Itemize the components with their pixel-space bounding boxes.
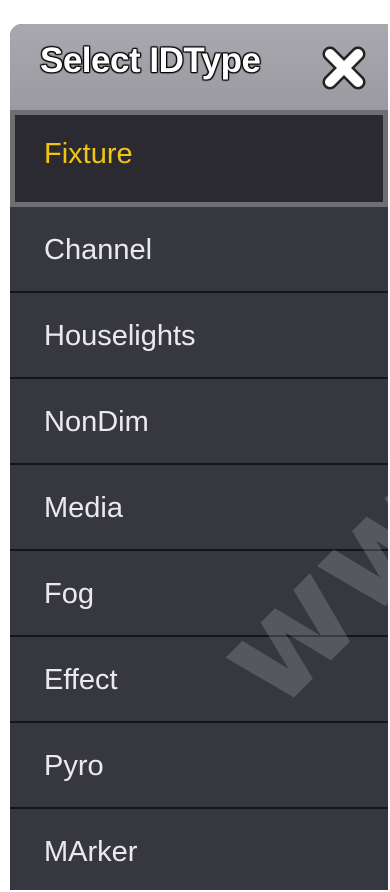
list-item-label: Fixture	[44, 138, 133, 170]
dialog-title: Select IDType	[39, 40, 261, 80]
list-item-label: Channel	[44, 234, 153, 266]
list-item-label: Media	[44, 492, 123, 524]
close-icon	[322, 46, 366, 90]
list-item-label: Fog	[44, 578, 94, 610]
list-item-label: Houselights	[44, 320, 196, 352]
dialog-title-bar: Select IDType	[10, 24, 388, 110]
list-item-nondim[interactable]: NonDim	[10, 379, 388, 465]
list-item-pyro[interactable]: Pyro	[10, 723, 388, 809]
idtype-list: Fixture Channel Houselights NonDim Media…	[10, 110, 388, 890]
select-idtype-dialog: Select IDType Fixture Channel Houselight…	[10, 24, 388, 890]
list-item-label: Pyro	[44, 750, 104, 782]
close-button[interactable]	[322, 46, 366, 90]
list-item-label: NonDim	[44, 406, 149, 438]
list-item-channel[interactable]: Channel	[10, 207, 388, 293]
list-item-label: MArker	[44, 836, 138, 868]
list-item-media[interactable]: Media	[10, 465, 388, 551]
list-item-effect[interactable]: Effect	[10, 637, 388, 723]
list-item-label: Effect	[44, 664, 118, 696]
list-item-houselights[interactable]: Houselights	[10, 293, 388, 379]
list-item-fog[interactable]: Fog	[10, 551, 388, 637]
list-item-fixture[interactable]: Fixture	[10, 110, 388, 207]
list-item-marker[interactable]: MArker	[10, 809, 388, 890]
